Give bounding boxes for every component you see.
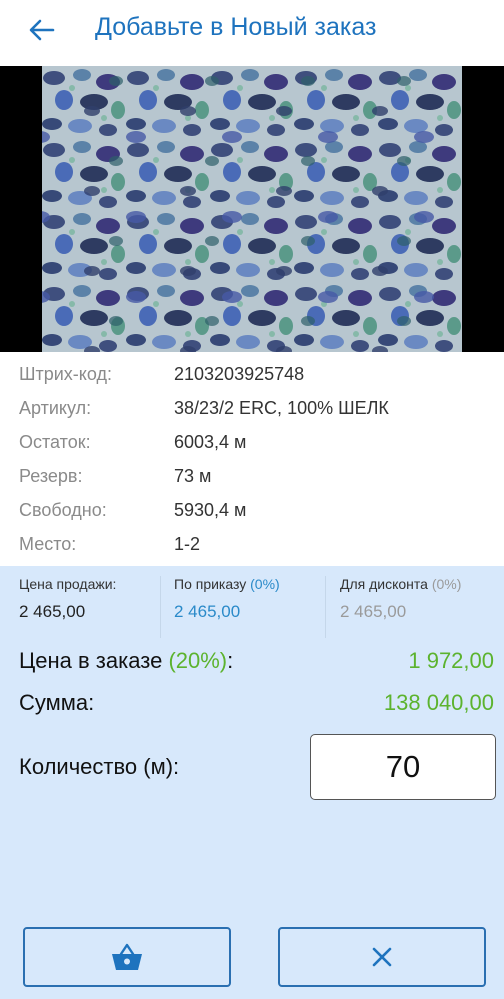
price-sale-label: Цена продажи: xyxy=(19,576,117,592)
info-row-reserve: Резерв: 73 м xyxy=(19,466,212,486)
price-discount[interactable]: Для дисконта (0%) 2 465,00 xyxy=(340,576,461,640)
price-panel: Цена продажи: 2 465,00 По приказу (0%) 2… xyxy=(0,566,504,999)
page-title: Добавьте в Новый заказ xyxy=(95,13,377,41)
order-price-value: 1 972,00 xyxy=(408,648,494,673)
order-price-pct: (20%) xyxy=(168,648,228,673)
info-row-free: Свободно: 5930,4 м xyxy=(19,500,247,520)
top-bar: Добавьте в Новый заказ xyxy=(0,0,504,66)
divider xyxy=(160,576,161,638)
price-by-order[interactable]: По приказу (0%) 2 465,00 xyxy=(174,576,280,640)
back-button[interactable] xyxy=(22,12,62,48)
cancel-button[interactable] xyxy=(278,927,486,987)
add-to-basket-button[interactable] xyxy=(23,927,231,987)
divider xyxy=(325,576,326,638)
price-discount-label: Для дисконта xyxy=(340,576,428,592)
arrow-left-icon xyxy=(29,19,55,41)
sum-label: Сумма: xyxy=(19,690,95,715)
price-by-order-value: 2 465,00 xyxy=(174,602,241,621)
price-sale: Цена продажи: 2 465,00 xyxy=(19,576,116,640)
order-price-label: Цена в заказе xyxy=(19,648,163,673)
basket-icon xyxy=(112,943,142,970)
fabric-image xyxy=(42,66,462,352)
price-by-order-pct: (0%) xyxy=(250,576,280,592)
close-icon xyxy=(372,947,392,967)
product-info: Штрих-код: 2103203925748 Артикул: 38/23/… xyxy=(0,352,504,566)
qty-label: Количество (м): xyxy=(19,754,180,779)
product-photo xyxy=(0,66,504,352)
quantity-input[interactable]: 70 xyxy=(310,734,496,800)
sum-value: 138 040,00 xyxy=(383,690,494,715)
price-discount-value: 2 465,00 xyxy=(340,602,407,621)
info-row-barcode: Штрих-код: 2103203925748 xyxy=(19,364,305,384)
price-discount-pct: (0%) xyxy=(431,576,462,592)
info-row-stock: Остаток: 6003,4 м xyxy=(19,432,247,452)
info-row-article: Артикул: 38/23/2 ERC, 100% ШЕЛК xyxy=(19,398,389,418)
price-sale-value: 2 465,00 xyxy=(19,602,86,621)
price-by-order-label: По приказу xyxy=(174,576,247,592)
info-row-place: Место: 1-2 xyxy=(19,534,201,554)
